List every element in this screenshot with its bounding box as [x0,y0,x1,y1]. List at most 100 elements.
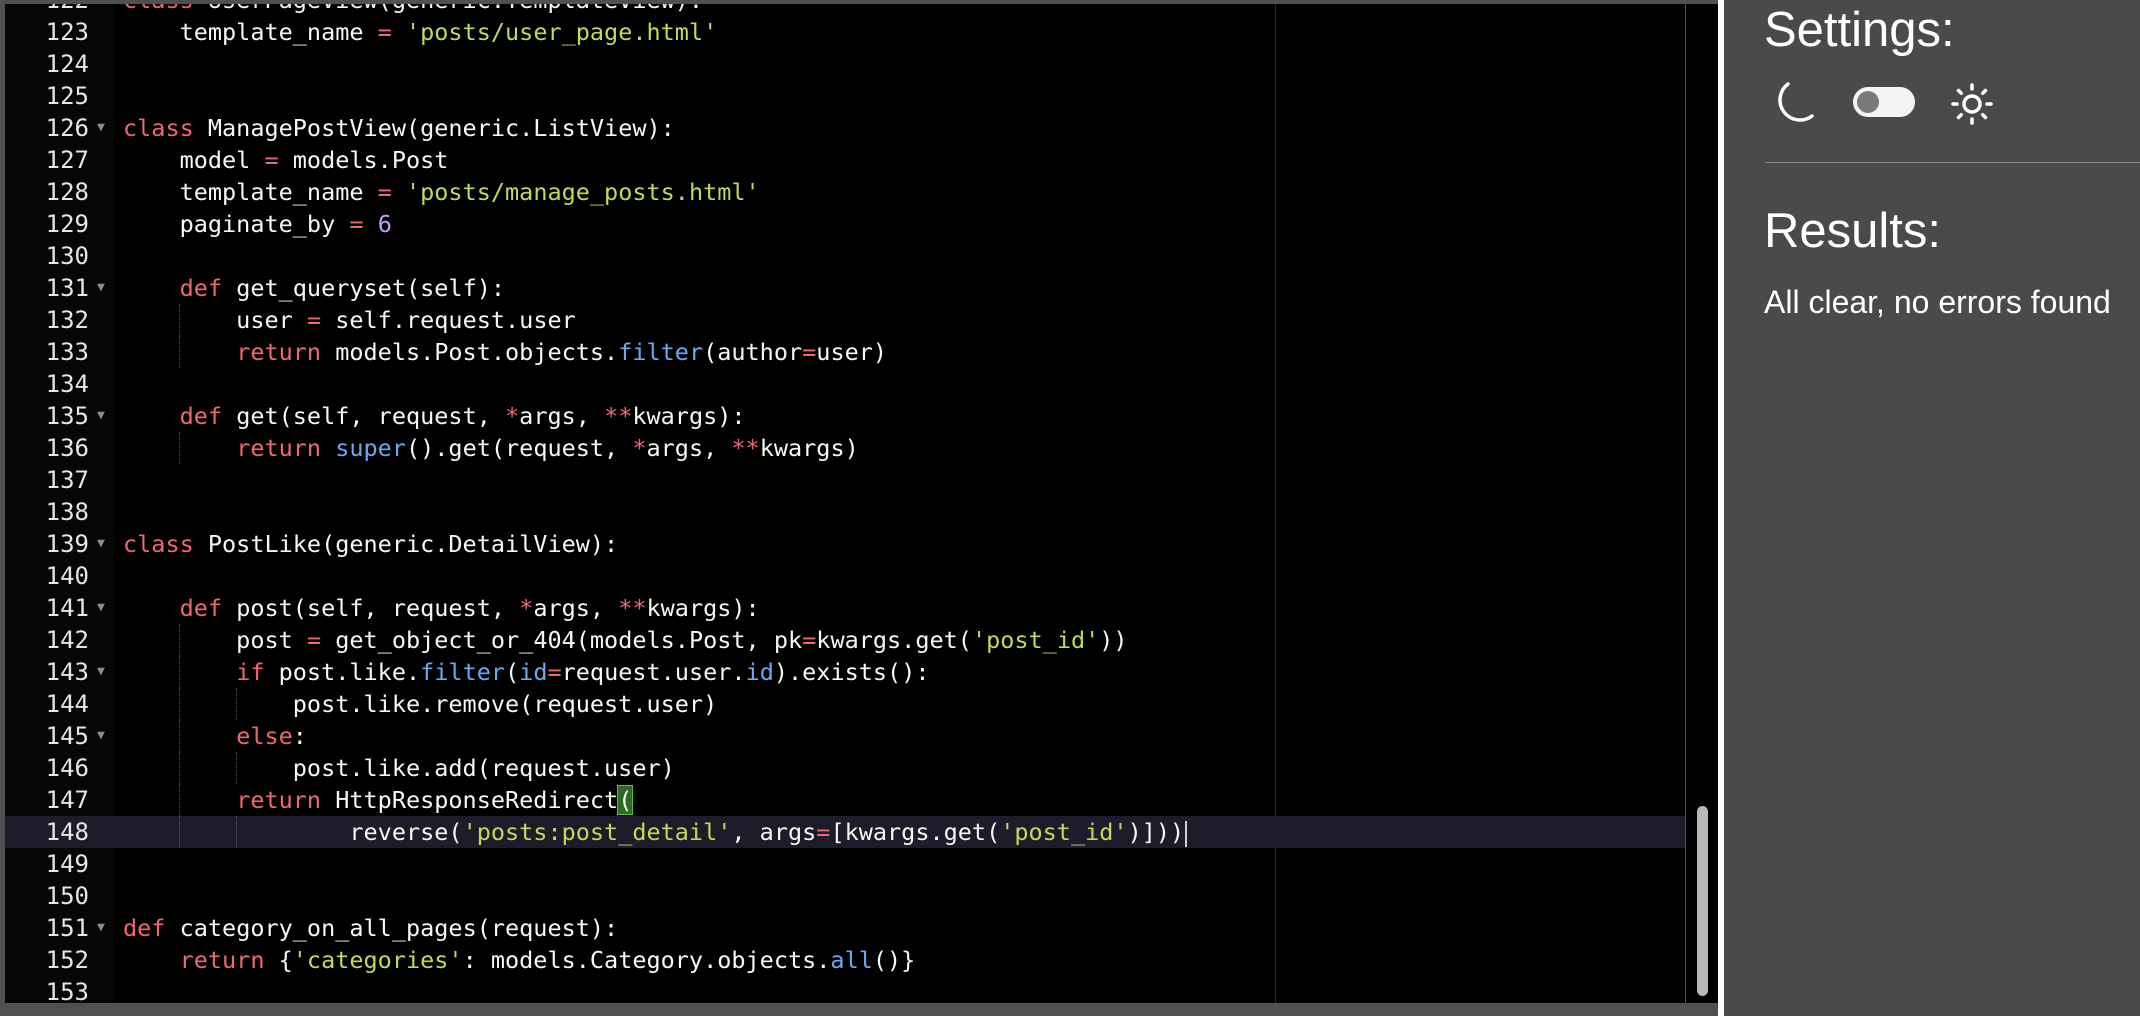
fold-arrow-icon[interactable]: ▼ [97,720,105,752]
code-text[interactable]: return {'categories': models.Category.ob… [123,944,916,976]
code-line[interactable]: 139 ▼ class PostLike(generic.DetailView): [5,528,1685,560]
code-text[interactable]: def get(self, request, *args, **kwargs): [123,400,746,432]
code-line[interactable]: 123 template_name = 'posts/user_page.htm… [5,16,1685,48]
fold-arrow-icon[interactable]: ▼ [97,912,105,944]
fold-arrow-icon[interactable]: ▼ [97,112,105,144]
code-line[interactable]: 136 return super().get(request, *args, *… [5,432,1685,464]
sun-icon[interactable] [1950,82,1994,126]
code-token: * [505,402,520,430]
code-line[interactable]: 144 post.like.remove(request.user) [5,688,1685,720]
code-token: kwargs.get( [816,626,972,654]
code-text[interactable]: template_name = 'posts/manage_posts.html… [123,176,760,208]
code-line[interactable]: 141 ▼ def post(self, request, *args, **kw… [5,592,1685,624]
code-text[interactable]: return HttpResponseRedirect( [123,784,634,816]
code-token: id [519,658,548,686]
code-token: ** [731,434,760,462]
code-text[interactable]: return super().get(request, *args, **kwa… [123,432,859,464]
line-number: 137 [45,466,89,494]
code-token: kwargs): [646,594,760,622]
code-line[interactable]: 122 class UserPageView(generic.TemplateVi… [5,4,1685,16]
code-token: 'posts:post_detail' [462,818,732,846]
line-number: 122 [5,4,89,16]
code-text[interactable]: post.like.add(request.user) [123,752,675,784]
code-line[interactable]: 129 paginate_by = 6 [5,208,1685,240]
code-token: class [123,4,208,14]
code-line[interactable]: 143 ▼ if post.like.filter(id=request.user… [5,656,1685,688]
code-line[interactable]: 146 post.like.add(request.user) [5,752,1685,784]
fold-arrow-icon[interactable]: ▼ [97,400,105,432]
code-text[interactable]: if post.like.filter(id=request.user.id).… [123,656,929,688]
code-token: HttpResponseRedirect [321,786,619,814]
editor-scrollbar-thumb[interactable] [1697,806,1708,996]
code-text[interactable]: paginate_by = 6 [123,208,392,240]
moon-icon[interactable] [1772,80,1816,126]
code-line[interactable]: 140 [5,560,1685,592]
code-editor[interactable]: 122 class UserPageView(generic.TemplateVi… [5,4,1685,1003]
line-number: 131 [45,274,89,302]
code-text[interactable]: def post(self, request, *args, **kwargs)… [123,592,760,624]
code-token: 'posts/user_page.html' [405,18,718,46]
line-number: 123 [45,18,89,46]
code-token: kwargs) [759,434,859,462]
code-text[interactable]: class PostLike(generic.DetailView): [123,528,618,560]
code-line[interactable]: 124 [5,48,1685,80]
code-line[interactable]: 126 ▼ class ManagePostView(generic.ListVie… [5,112,1685,144]
code-token: def [179,402,223,430]
fold-arrow-icon[interactable]: ▼ [97,528,105,560]
code-token: = [349,210,364,238]
code-line[interactable]: 133 return models.Post.objects.filter(au… [5,336,1685,368]
code-token: = [547,658,562,686]
code-line[interactable]: 125 [5,80,1685,112]
code-line[interactable]: 137 [5,464,1685,496]
code-token: args, [533,594,619,622]
line-number: 147 [45,786,89,814]
code-text[interactable]: reverse('posts:post_detail', args=[kwarg… [123,816,1188,848]
code-text[interactable]: user = self.request.user [123,304,576,336]
code-text[interactable]: post.like.remove(request.user) [123,688,717,720]
code-token: request.user. [561,658,746,686]
code-line[interactable]: 131 ▼ def get_queryset(self): [5,272,1685,304]
fold-arrow-icon[interactable]: ▼ [97,656,105,688]
code-line[interactable]: 149 [5,848,1685,880]
fold-arrow-icon[interactable]: ▼ [97,272,105,304]
code-token: 'categories' [292,946,463,974]
code-line[interactable]: 148 reverse('posts:post_detail', args=[k… [5,816,1685,848]
code-line[interactable]: 142 post = get_object_or_404(models.Post… [5,624,1685,656]
code-text[interactable]: class ManagePostView(generic.ListView): [123,112,675,144]
code-token: ().get(request, [405,434,633,462]
code-line[interactable]: 147 return HttpResponseRedirect( [5,784,1685,816]
line-number: 149 [45,850,89,878]
code-token: [kwargs.get( [830,818,1001,846]
code-line[interactable]: 134 [5,368,1685,400]
line-number: 136 [45,434,89,462]
code-text[interactable]: post = get_object_or_404(models.Post, pk… [123,624,1127,656]
toggle-knob[interactable] [1857,91,1879,113]
code-line[interactable]: 132 user = self.request.user [5,304,1685,336]
code-text[interactable]: def get_queryset(self): [123,272,505,304]
code-line[interactable]: 145 ▼ else: [5,720,1685,752]
theme-toggle[interactable] [1853,87,1915,117]
code-line[interactable]: 153 [5,976,1685,1003]
code-text[interactable]: else: [123,720,307,752]
code-text[interactable]: return models.Post.objects.filter(author… [123,336,887,368]
code-token: template_name [123,178,378,206]
code-line[interactable]: 127 model = models.Post [5,144,1685,176]
code-line[interactable]: 138 [5,496,1685,528]
fold-arrow-icon[interactable]: ▼ [97,592,105,624]
code-line[interactable]: 152 return {'categories': models.Categor… [5,944,1685,976]
code-line[interactable]: 150 [5,880,1685,912]
code-line[interactable]: 151 ▼ def category_on_all_pages(request): [5,912,1685,944]
code-text[interactable]: def category_on_all_pages(request): [123,912,618,944]
code-text[interactable]: template_name = 'posts/user_page.html' [123,16,718,48]
code-line[interactable]: 130 [5,240,1685,272]
code-line[interactable]: 128 template_name = 'posts/manage_posts.… [5,176,1685,208]
code-line[interactable]: 135 ▼ def get(self, request, *args, **kwa… [5,400,1685,432]
code-text[interactable]: class UserPageView(generic.TemplateView)… [123,4,703,16]
code-token: ** [618,594,647,622]
line-number: 140 [45,562,89,590]
line-number: 128 [45,178,89,206]
code-text[interactable]: model = models.Post [123,144,449,176]
